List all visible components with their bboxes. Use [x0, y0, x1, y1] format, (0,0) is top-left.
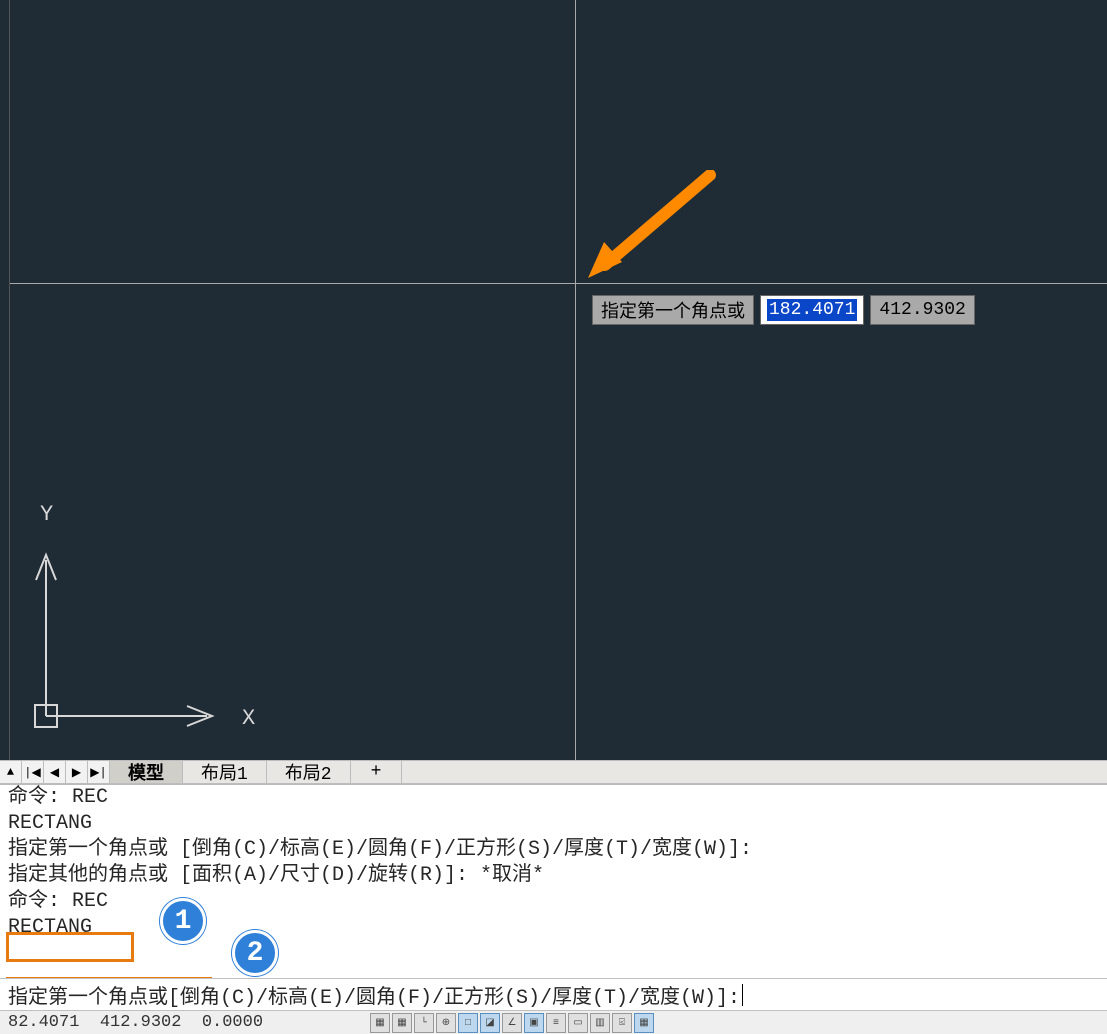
command-input-caret [742, 984, 743, 1006]
tab-layout1[interactable]: 布局1 [183, 761, 267, 783]
status-bar: 82.4071 412.9302 0.0000 ▦ ▦ └ ⊕ □ ◪ ∠ ▣ … [0, 1010, 1107, 1034]
crosshair-vertical [575, 0, 576, 760]
crosshair-horizontal [10, 283, 1107, 284]
drawing-canvas[interactable]: 指定第一个角点或 182.4071 412.9302 Y X [0, 0, 1107, 760]
tab-nav-first-button[interactable]: |◀ [22, 761, 44, 783]
layout-tab-strip: ▲ |◀ ◀ ▶ ▶| 模型 布局1 布局2 + [0, 760, 1107, 784]
annotation-arrow-icon [580, 170, 720, 280]
status-lwt-icon[interactable]: ▭ [568, 1013, 588, 1033]
status-toggle-icons: ▦ ▦ └ ⊕ □ ◪ ∠ ▣ ≡ ▭ ▥ ⍃ ▦ [370, 1011, 654, 1034]
status-snap-icon[interactable]: ▦ [392, 1013, 412, 1033]
ucs-axes-icon: Y X [32, 500, 262, 740]
command-prompt-options: [倒角(C)/标高(E)/圆角(F)/正方形(S)/厚度(T)/宽度(W)]: [168, 980, 740, 1010]
command-history[interactable]: 命令: REC RECTANG 指定第一个角点或 [倒角(C)/标高(E)/圆角… [0, 784, 1107, 974]
status-otrack-icon[interactable]: ∠ [502, 1013, 522, 1033]
dynamic-input-y-field[interactable]: 412.9302 [870, 295, 974, 325]
tab-layout2[interactable]: 布局2 [267, 761, 351, 783]
status-ortho-icon[interactable]: └ [414, 1013, 434, 1033]
tab-model[interactable]: 模型 [110, 761, 183, 783]
svg-text:Y: Y [40, 502, 53, 527]
tab-nav-last-button[interactable]: ▶| [88, 761, 110, 783]
status-osnap-icon[interactable]: □ [458, 1013, 478, 1033]
tab-scroll-up-button[interactable]: ▲ [0, 761, 22, 783]
tab-add-layout-button[interactable]: + [351, 761, 403, 783]
tab-nav-next-button[interactable]: ▶ [66, 761, 88, 783]
dynamic-input-x-value: 182.4071 [767, 299, 857, 321]
command-prompt-prefix: 指定第一个角点或 [8, 980, 168, 1010]
status-sc-icon[interactable]: ▦ [634, 1013, 654, 1033]
dynamic-input-label: 指定第一个角点或 [592, 295, 754, 325]
canvas-left-margin [0, 0, 10, 760]
dynamic-input-x-field[interactable]: 182.4071 [760, 295, 864, 325]
status-grid-icon[interactable]: ▦ [370, 1013, 390, 1033]
command-input[interactable]: 指定第一个角点或 [倒角(C)/标高(E)/圆角(F)/正方形(S)/厚度(T)… [0, 978, 1107, 1010]
svg-text:X: X [242, 706, 255, 731]
status-3dosnap-icon[interactable]: ◪ [480, 1013, 500, 1033]
status-polar-icon[interactable]: ⊕ [436, 1013, 456, 1033]
status-qp-icon[interactable]: ⍃ [612, 1013, 632, 1033]
status-transparency-icon[interactable]: ▥ [590, 1013, 610, 1033]
status-dyn-icon[interactable]: ≡ [546, 1013, 566, 1033]
dynamic-input-tooltip[interactable]: 指定第一个角点或 182.4071 412.9302 [592, 295, 975, 325]
status-ducs-icon[interactable]: ▣ [524, 1013, 544, 1033]
tab-nav-prev-button[interactable]: ◀ [44, 761, 66, 783]
status-coordinates: 82.4071 412.9302 0.0000 [0, 1013, 271, 1032]
